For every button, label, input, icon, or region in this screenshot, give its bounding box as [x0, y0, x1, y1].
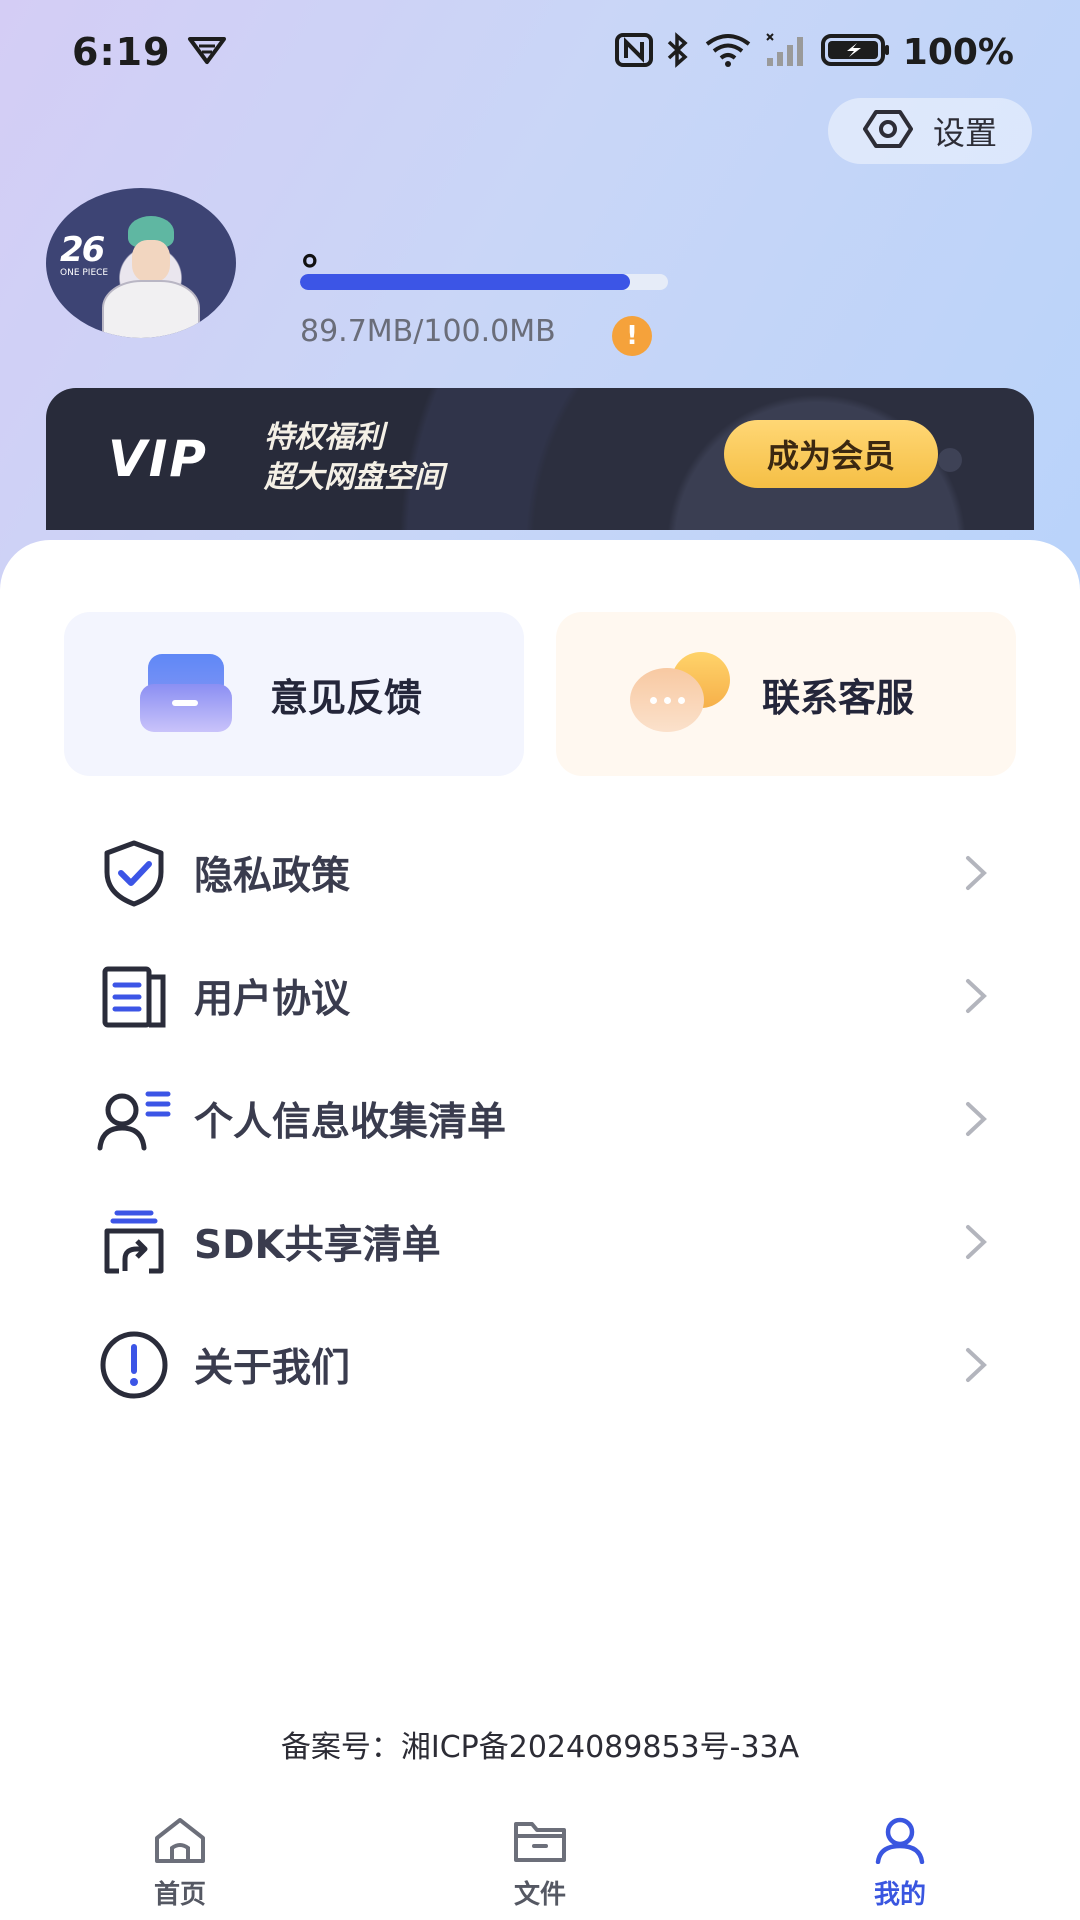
chevron-right-icon	[956, 854, 996, 892]
menu-item-about-us[interactable]: 关于我们	[96, 1310, 996, 1420]
status-bar: 6:19 100%	[0, 0, 1080, 104]
home-icon	[152, 1816, 208, 1868]
nav-label-files: 文件	[513, 1880, 566, 1910]
status-left: 6:19	[72, 30, 227, 74]
avatar[interactable]: 26 ONE PIECE	[46, 188, 236, 338]
vip-logo: VIP	[108, 430, 208, 488]
become-member-button[interactable]: 成为会员	[724, 420, 938, 488]
user-list-icon	[96, 1081, 172, 1157]
feedback-icon	[138, 652, 234, 736]
chevron-right-icon	[956, 1346, 996, 1384]
avatar-body	[102, 280, 200, 338]
menu-label-personal-info: 个人信息收集清单	[194, 1100, 507, 1145]
menu-label-user-agreement: 用户协议	[194, 977, 351, 1022]
shield-check-icon	[96, 835, 172, 911]
menu-label-privacy: 隐私政策	[194, 854, 351, 899]
nav-item-mine[interactable]: 我的	[820, 1804, 980, 1920]
nfc-icon	[614, 33, 653, 71]
storage-progress-fill	[300, 274, 631, 290]
chevron-right-icon	[956, 977, 996, 1015]
settings-button[interactable]: 设置	[828, 98, 1032, 164]
avatar-text: 26	[60, 230, 105, 270]
bottom-nav: 首页 文件 我的	[0, 1804, 1080, 1920]
username: 。	[302, 228, 342, 274]
folder-icon	[512, 1816, 568, 1868]
menu-item-privacy[interactable]: 隐私政策	[96, 818, 996, 928]
chat-bubble-icon	[630, 652, 730, 736]
avatar-subtext: ONE PIECE	[60, 268, 109, 278]
chevron-right-icon	[956, 1100, 996, 1138]
vip-banner[interactable]: VIP 特权福利 超大网盘空间 成为会员	[46, 388, 1034, 530]
menu-label-about-us: 关于我们	[194, 1346, 351, 1391]
battery-percent: 100%	[902, 31, 1014, 73]
menu-label-sdk-sharing: SDK共享清单	[194, 1223, 441, 1268]
icp-record: 备案号：湘ICP备2024089853号-33A	[280, 1730, 800, 1765]
signal-icon	[765, 32, 809, 72]
warning-icon[interactable]: !	[612, 316, 652, 356]
feedback-label: 意见反馈	[270, 675, 423, 720]
main-card: 意见反馈 联系客服 隐私政策 用户协议 个人信息收集清单 SDK共享清单 关于我…	[0, 540, 1080, 1920]
battery-icon	[820, 33, 891, 71]
user-icon	[872, 1816, 928, 1868]
nav-label-home: 首页	[153, 1880, 206, 1910]
nav-item-home[interactable]: 首页	[100, 1804, 260, 1920]
customer-service-card[interactable]: 联系客服	[556, 612, 1016, 776]
menu-item-sdk-sharing[interactable]: SDK共享清单	[96, 1187, 996, 1297]
service-label: 联系客服	[762, 675, 915, 720]
vip-decor-dot	[938, 448, 962, 472]
vip-line1: 特权福利	[264, 420, 384, 455]
status-right: 100%	[614, 31, 1014, 73]
vpn-icon	[187, 35, 227, 69]
settings-label: 设置	[932, 114, 997, 152]
vip-line2: 超大网盘空间	[264, 460, 444, 495]
info-icon	[96, 1327, 172, 1403]
share-stack-icon	[96, 1204, 172, 1280]
avatar-face	[132, 240, 170, 282]
storage-progress	[300, 274, 668, 290]
menu-item-user-agreement[interactable]: 用户协议	[96, 941, 996, 1051]
document-icon	[96, 958, 172, 1034]
nav-item-files[interactable]: 文件	[460, 1804, 620, 1920]
feedback-card[interactable]: 意见反馈	[64, 612, 524, 776]
chevron-right-icon	[956, 1223, 996, 1261]
settings-icon	[862, 109, 913, 153]
nav-label-mine: 我的	[873, 1880, 926, 1910]
wifi-icon	[703, 32, 753, 72]
menu-item-personal-info[interactable]: 个人信息收集清单	[96, 1064, 996, 1174]
status-time: 6:19	[72, 30, 171, 74]
bluetooth-icon	[665, 32, 691, 72]
storage-text: 89.7MB/100.0MB	[300, 314, 556, 349]
